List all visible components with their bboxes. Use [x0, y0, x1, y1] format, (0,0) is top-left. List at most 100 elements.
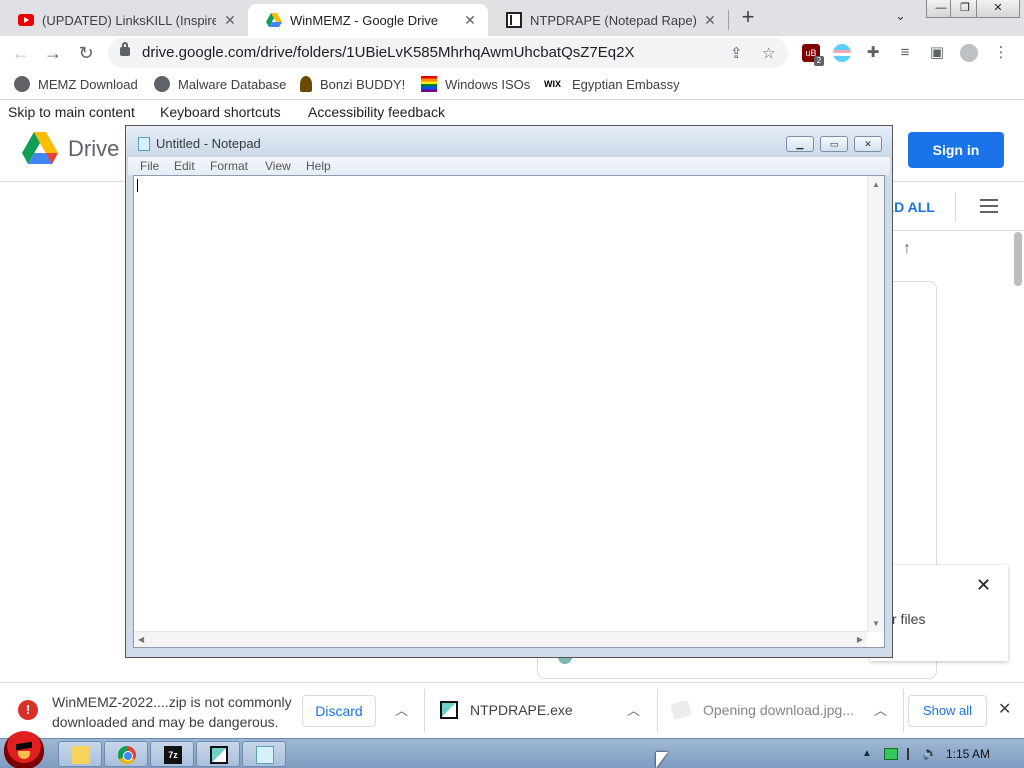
menu-view[interactable]: View — [265, 159, 291, 173]
chevron-up-icon[interactable]: ︿ — [874, 700, 887, 719]
notepad-text-area[interactable]: ▲ ▼ ◀ ▶ — [133, 175, 885, 648]
tab-separator — [728, 10, 729, 30]
discard-button[interactable]: Discard — [302, 695, 376, 727]
taskbar-ntpdrape[interactable] — [196, 741, 240, 767]
browser-toolbar: ← → ↻ drive.google.com/drive/folders/1UB… — [0, 36, 1024, 70]
menu-format[interactable]: Format — [210, 159, 248, 173]
menu-edit[interactable]: Edit — [174, 159, 195, 173]
share-icon[interactable]: ⇪ — [730, 44, 743, 62]
tray-expand-arrow-icon[interactable]: ▲ — [862, 748, 872, 759]
bookmark-label: Malware Database — [178, 76, 287, 92]
image-file-icon[interactable] — [670, 699, 692, 721]
download-item-name[interactable]: NTPDRAPE.exe — [470, 702, 573, 718]
accessibility-feedback-link[interactable]: Accessibility feedback — [308, 104, 445, 120]
taskbar-chrome[interactable] — [104, 741, 148, 767]
taskbar-explorer[interactable] — [58, 741, 102, 767]
dangerous-download-warning: WinMEMZ-2022....zip is not commonly down… — [52, 694, 292, 730]
back-arrow-icon[interactable]: ← — [8, 40, 34, 66]
taskbar-clock[interactable]: 1:15 AM — [946, 747, 990, 761]
chevron-up-icon[interactable]: ︿ — [395, 700, 408, 719]
side-panel-icon[interactable]: ▣ — [928, 44, 946, 62]
tab-title: NTPDRAPE (Notepad Rape) : D — [530, 12, 696, 28]
notepad-minimize-button[interactable]: ▁ — [786, 136, 814, 152]
scroll-up-arrow-icon[interactable]: ▲ — [872, 180, 880, 189]
scroll-left-arrow-icon[interactable]: ◀ — [138, 635, 144, 644]
more-menu-icon[interactable]: ⋮ — [992, 44, 1010, 62]
notepad-close-button[interactable]: ✕ — [854, 136, 882, 152]
chrome-icon — [118, 746, 136, 764]
downloads-shelf: ! WinMEMZ-2022....zip is not commonly do… — [0, 682, 1024, 738]
media-queue-icon[interactable]: ≡ — [896, 44, 914, 62]
notepad-title: Untitled - Notepad — [156, 136, 261, 151]
youtube-icon — [18, 14, 34, 26]
action-center-flag-icon[interactable] — [907, 748, 919, 760]
close-icon[interactable]: ✕ — [702, 12, 718, 29]
drive-logo-text[interactable]: Drive — [68, 136, 119, 162]
close-icon[interactable]: ✕ — [976, 575, 991, 596]
divider — [424, 689, 425, 733]
taskbar-notepad[interactable] — [242, 741, 286, 767]
notepad-maximize-button[interactable]: ▭ — [820, 136, 848, 152]
toast-text: r files — [892, 611, 926, 627]
bookmark-star-icon[interactable]: ☆ — [762, 44, 775, 62]
bookmark-bonzi-buddy[interactable]: Bonzi BUDDY! — [300, 76, 405, 92]
taskbar-7zip[interactable]: 7z — [150, 741, 194, 767]
google-drive-logo-icon[interactable] — [22, 132, 58, 164]
tab-strip: (UPDATED) LinksKILL (Inspired ✕ WinMEMZ … — [0, 0, 1024, 36]
lock-icon[interactable] — [120, 42, 130, 56]
scroll-down-arrow-icon[interactable]: ▼ — [872, 619, 880, 628]
tab-linkskill[interactable]: (UPDATED) LinksKILL (Inspired ✕ — [0, 4, 248, 36]
bookmarks-bar: MEMZ Download Malware Database Bonzi BUD… — [0, 70, 1024, 100]
trans-flag-extension-icon[interactable] — [833, 44, 851, 62]
divider — [657, 689, 658, 733]
skip-links: Skip to main content Keyboard shortcuts … — [0, 102, 1024, 122]
warning-icon: ! — [18, 700, 38, 720]
reload-icon[interactable]: ↻ — [73, 40, 99, 66]
close-icon[interactable]: ✕ — [462, 12, 478, 29]
tab-winmemz-drive[interactable]: WinMEMZ - Google Drive ✕ — [248, 4, 488, 36]
notepad-titlebar[interactable]: Untitled - Notepad ▁ ▭ ✕ — [126, 126, 892, 160]
bookmark-windows-isos[interactable]: Windows ISOs — [421, 76, 530, 92]
sort-arrow-up-icon[interactable]: ↑ — [903, 240, 911, 258]
download-item-opening[interactable]: Opening download.jpg... — [703, 702, 854, 718]
divider — [892, 230, 1024, 231]
volume-icon[interactable]: 🔈 — [922, 745, 938, 761]
menu-help[interactable]: Help — [306, 159, 331, 173]
keyboard-shortcuts-link[interactable]: Keyboard shortcuts — [160, 104, 281, 120]
notepad-icon — [138, 137, 150, 151]
tab-title: WinMEMZ - Google Drive — [290, 12, 439, 28]
network-icon[interactable] — [884, 748, 898, 760]
start-button-angry-bird-icon[interactable] — [4, 731, 44, 768]
sign-in-button[interactable]: Sign in — [908, 132, 1004, 168]
tab-search-chevron-down-icon[interactable]: ⌄ — [895, 8, 906, 24]
tab-ntpdrape[interactable]: NTPDRAPE (Notepad Rape) : D ✕ — [488, 4, 728, 36]
bookmark-egyptian-embassy[interactable]: WIX Egyptian Embassy — [544, 76, 680, 92]
bookmark-memz-download[interactable]: MEMZ Download — [14, 76, 138, 92]
show-all-button[interactable]: Show all — [908, 695, 987, 727]
vertical-scrollbar[interactable]: ▲ ▼ — [867, 176, 884, 632]
profile-avatar[interactable] — [960, 44, 978, 62]
forward-arrow-icon[interactable]: → — [40, 40, 66, 66]
notepad-icon — [256, 746, 274, 764]
skip-to-main-link[interactable]: Skip to main content — [8, 104, 135, 120]
horizontal-scrollbar[interactable]: ◀ ▶ — [134, 631, 867, 647]
address-bar[interactable]: drive.google.com/drive/folders/1UBieLvK5… — [108, 38, 788, 68]
page-scrollbar[interactable] — [1014, 232, 1022, 286]
close-window-button[interactable]: ✕ — [976, 0, 1020, 18]
list-view-icon[interactable] — [980, 199, 998, 213]
text-caret — [137, 179, 138, 192]
puzzle-extensions-icon[interactable]: ✚ — [864, 44, 882, 62]
ublock-origin-icon[interactable]: uB 2 — [802, 44, 824, 66]
bonzi-buddy-icon — [300, 76, 312, 92]
bookmark-malware-database[interactable]: Malware Database — [154, 76, 286, 92]
seven-zip-icon: 7z — [164, 746, 182, 764]
scroll-right-arrow-icon[interactable]: ▶ — [857, 635, 863, 644]
notepad-window[interactable]: Untitled - Notepad ▁ ▭ ✕ File Edit Forma… — [125, 125, 893, 658]
ntpdrape-file-icon[interactable] — [440, 701, 458, 719]
chevron-up-icon[interactable]: ︿ — [627, 700, 640, 719]
url-text[interactable]: drive.google.com/drive/folders/1UBieLvK5… — [142, 44, 634, 61]
menu-file[interactable]: File — [140, 159, 159, 173]
close-icon[interactable]: ✕ — [998, 699, 1011, 719]
new-tab-button[interactable]: + — [736, 6, 760, 30]
close-icon[interactable]: ✕ — [222, 12, 238, 29]
